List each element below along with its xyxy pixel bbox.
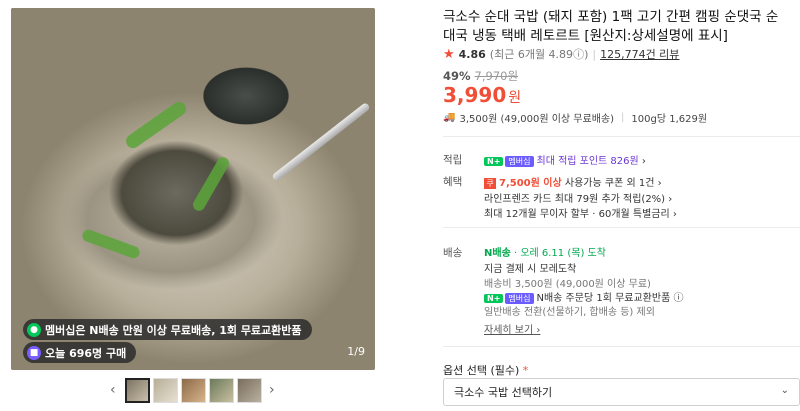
membership-badge-text: 멤버십은 N배송 만원 이상 무료배송, 1회 무료교환반품 bbox=[45, 323, 302, 337]
thumbnail-3[interactable] bbox=[181, 378, 206, 403]
required-mark: * bbox=[522, 364, 529, 377]
delivery-arrival-row: N배송 · 오레 6.11 (목) 도착 bbox=[484, 244, 606, 259]
card-benefit-text: 라인프렌즈 카드 최대 79원 추가 적립(2%) bbox=[484, 194, 666, 205]
delivery-exception: 일반배송 전환(선물하기, 합배송 등) 제외 bbox=[484, 307, 655, 318]
info-icon[interactable]: ⓘ bbox=[673, 293, 683, 304]
star-icon: ★ bbox=[443, 46, 455, 62]
discount-row: 49% 7,970원 bbox=[443, 68, 518, 84]
sale-price: 3,990 원 bbox=[443, 83, 521, 107]
purchase-count-text: 오늘 696명 구매 bbox=[45, 346, 127, 360]
installment-text: 최대 12개월 무이자 할부 · 60개월 특별금리 bbox=[484, 209, 670, 220]
membership-badge: ● 멤버십은 N배송 만원 이상 무료배송, 1회 무료교환반품 bbox=[23, 319, 312, 340]
installment-row[interactable]: 최대 12개월 무이자 할부 · 60개월 특별금리 › bbox=[484, 205, 677, 220]
chevron-right-icon: › bbox=[668, 194, 673, 205]
membership-icon: ● bbox=[27, 322, 41, 337]
points-label: 적립 bbox=[443, 154, 463, 166]
delivery-fee: 배송비 3,500원 (49,000원 이상 무료) bbox=[484, 279, 651, 290]
product-title: 극소수 순대 국밥 (돼지 포함) 1팩 고기 간편 캠핑 순댓국 순대국 냉동… bbox=[443, 9, 779, 44]
option-selected-text: 극소수 국밥 선택하기 bbox=[454, 386, 553, 399]
rating-recent: (최근 6개월 4.89ⓘ) bbox=[489, 48, 589, 61]
thumbnail-4[interactable] bbox=[209, 378, 234, 403]
rating-row: ★ 4.86 (최근 6개월 4.89ⓘ) | 125,774건 리뷰 bbox=[443, 46, 679, 62]
purchase-icon: ■ bbox=[27, 345, 41, 360]
coupon-row[interactable]: 쿠 7,500원 이상 사용가능 쿠폰 외 1건 › bbox=[484, 174, 662, 189]
divider bbox=[443, 136, 800, 137]
discount-rate: 49% bbox=[443, 69, 471, 83]
benefit-label: 혜택 bbox=[443, 176, 463, 188]
free-exchange-row: N+ 멤버십 N배송 주문당 1회 무료교환반품 ⓘ bbox=[484, 289, 683, 304]
chevron-right-icon: › bbox=[641, 156, 646, 167]
chevron-right-icon: › bbox=[657, 178, 662, 189]
unit-price-text: 100g당 1,629원 bbox=[631, 114, 708, 125]
divider bbox=[443, 227, 800, 228]
separator: | bbox=[621, 112, 625, 123]
points-text: 최대 적립 포인트 826원 bbox=[536, 156, 639, 167]
delivery-line2: 지금 결제 시 모레도착 bbox=[484, 264, 577, 275]
truck-icon: 🚚 bbox=[443, 112, 456, 123]
points-row[interactable]: N+ 멤버십 최대 적립 포인트 826원 › bbox=[484, 152, 646, 167]
product-image-main[interactable]: ● 멤버십은 N배송 만원 이상 무료배송, 1회 무료교환반품 ■ 오늘 69… bbox=[11, 8, 375, 370]
arrival-date: · 오레 6.11 (목) 도착 bbox=[510, 248, 606, 259]
delivery-details-link[interactable]: 자세히 보기 › bbox=[484, 321, 540, 336]
divider bbox=[443, 346, 800, 347]
next-image-button[interactable]: › bbox=[269, 382, 275, 398]
price-value: 3,990 bbox=[443, 83, 507, 107]
shipping-fee-text: 3,500원 (49,000원 이상 무료배송) bbox=[459, 114, 615, 125]
delivery-label: 배송 bbox=[443, 247, 463, 259]
info-icon: ⓘ bbox=[573, 48, 585, 61]
prev-image-button[interactable]: ‹ bbox=[110, 382, 116, 398]
separator: | bbox=[592, 47, 597, 61]
n-delivery-tag: N배송 bbox=[484, 248, 511, 259]
rating-score: 4.86 bbox=[458, 47, 486, 61]
thumbnail-2[interactable] bbox=[153, 378, 178, 403]
thumbnail-strip: ‹ › bbox=[0, 378, 385, 408]
purchase-count-badge: ■ 오늘 696명 구매 bbox=[23, 342, 137, 363]
thumbnail-1[interactable] bbox=[125, 378, 150, 403]
original-price: 7,970원 bbox=[474, 69, 519, 83]
chevron-right-icon: › bbox=[672, 209, 677, 220]
image-counter: 1/9 bbox=[347, 345, 365, 358]
chevron-right-icon: › bbox=[536, 325, 541, 336]
option-select[interactable]: 극소수 국밥 선택하기 ⌄ bbox=[443, 378, 800, 406]
npay-plus-icon: N+ bbox=[484, 157, 504, 166]
price-unit: 원 bbox=[508, 90, 522, 106]
product-photo bbox=[11, 8, 375, 370]
npay-plus-icon: N+ bbox=[484, 294, 504, 303]
card-benefit-row[interactable]: 라인프렌즈 카드 최대 79원 추가 적립(2%) › bbox=[484, 190, 672, 205]
coupon-text: 사용가능 쿠폰 외 1건 bbox=[561, 178, 655, 189]
review-count-link[interactable]: 125,774건 리뷰 bbox=[600, 46, 679, 62]
chevron-down-icon: ⌄ bbox=[780, 385, 789, 396]
coupon-amount: 7,500원 이상 bbox=[499, 178, 562, 189]
membership-tag: 멤버십 bbox=[505, 156, 534, 167]
option-label: 옵션 선택 (필수) * bbox=[443, 364, 529, 377]
thumbnail-5[interactable] bbox=[237, 378, 262, 403]
shipping-summary: 🚚 3,500원 (49,000원 이상 무료배송) | 100g당 1,629… bbox=[443, 110, 707, 125]
coupon-icon: 쿠 bbox=[484, 178, 496, 189]
